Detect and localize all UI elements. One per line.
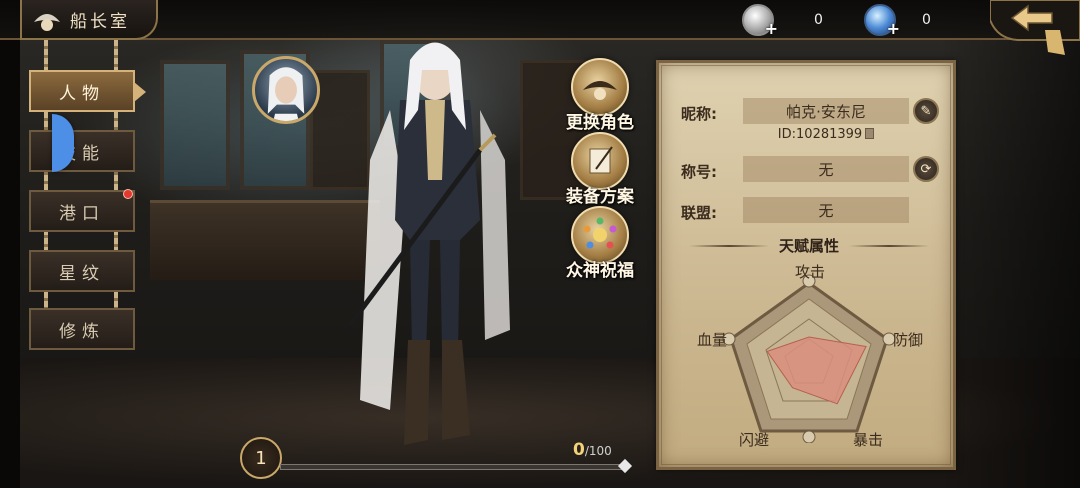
add-plus-icon: + (764, 19, 778, 38)
background-shade (940, 0, 1080, 488)
stat-attack-label: 攻击 (795, 263, 826, 281)
pirate-hat-icon (34, 14, 60, 31)
gem-counter[interactable]: + 0 (864, 4, 931, 38)
profile-panel: 昵称: 帕克·安东尼 ✎ ID:10281399 称号: 无 ⟳ 联盟: 无 天… (656, 60, 956, 470)
copy-icon[interactable] (865, 128, 875, 139)
menu-item-star-pattern[interactable]: 星纹 (29, 250, 135, 292)
header-title-plate: 船长室 (20, 0, 158, 40)
stat-defense-label: 防御 (893, 331, 924, 349)
alliance-label: 联盟: (681, 204, 717, 222)
xp-current: 0 (573, 440, 585, 460)
edit-nickname-button[interactable]: ✎ (913, 98, 939, 124)
captain-character (347, 42, 510, 445)
swap-icon: ⟳ (920, 161, 932, 177)
player-id-text: ID:10281399 (777, 127, 863, 142)
talent-radar-chart (722, 274, 896, 443)
screen-edge (0, 0, 20, 488)
stat-hp-label: 血量 (697, 331, 728, 349)
stat-dodge-label: 闪避 (739, 431, 770, 449)
add-plus-icon: + (886, 19, 900, 38)
active-pointer-icon (134, 82, 146, 102)
title-value: 无 (743, 156, 909, 182)
pencil-icon: ✎ (920, 103, 932, 119)
divider (849, 245, 929, 247)
silver-coin-icon: + (742, 4, 778, 38)
silver-coin-value: 0 (814, 12, 823, 28)
equipment-plan-button[interactable]: 装备方案 (560, 132, 640, 207)
alliance-value: 无 (743, 197, 909, 223)
change-role-button[interactable]: 更换角色 (560, 58, 640, 133)
gem-icon: + (864, 4, 900, 38)
nickname-value: 帕克·安东尼 (743, 98, 909, 124)
gods-blessing-label: 众神祝福 (566, 261, 634, 281)
change-role-label: 更换角色 (566, 113, 634, 133)
gods-blessing-button[interactable]: 众神祝福 (560, 206, 640, 281)
compass-south-icon (802, 430, 816, 443)
background-window (160, 60, 230, 190)
gem-value: 0 (922, 12, 931, 28)
player-id: ID:10281399 (743, 127, 909, 142)
xp-progress-bar (280, 464, 625, 470)
silver-coin-counter[interactable]: + 0 (742, 4, 823, 38)
xp-total: /100 (584, 444, 612, 458)
xp-readout: 0/100 (573, 440, 612, 460)
avatar-face-icon (267, 67, 305, 121)
nickname-label: 昵称: (681, 105, 717, 123)
change-title-button[interactable]: ⟳ (913, 156, 939, 182)
level-badge: 1 (240, 437, 282, 479)
menu-item-skills[interactable]: 技能 (29, 130, 135, 172)
menu-item-cultivation[interactable]: 修炼 (29, 308, 135, 350)
notification-dot (123, 189, 133, 199)
page-title: 船长室 (70, 11, 130, 32)
menu-item-port[interactable]: 港口 (29, 190, 135, 232)
avatar[interactable] (252, 56, 320, 124)
menu-item-character[interactable]: 人物 (29, 70, 135, 112)
title-label: 称号: (681, 163, 717, 181)
stat-critical-label: 暴击 (853, 431, 884, 449)
back-button[interactable] (990, 0, 1080, 60)
equipment-plan-label: 装备方案 (566, 187, 634, 207)
